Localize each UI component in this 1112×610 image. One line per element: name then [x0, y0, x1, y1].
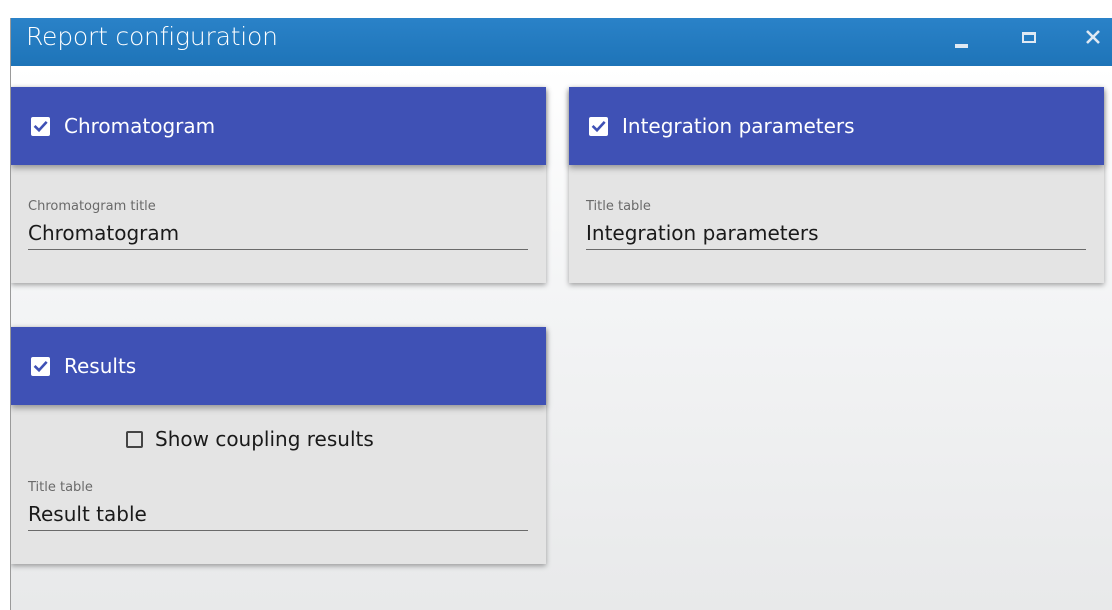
- chromatogram-title-field: Chromatogram title Chromatogram: [28, 199, 528, 250]
- integration-parameters-card-header: Integration parameters: [569, 87, 1104, 165]
- maximize-button[interactable]: [1007, 18, 1051, 66]
- report-configuration-window: Report configuration Chromatogram Chroma…: [10, 18, 1112, 610]
- integration-title-caption: Title table: [586, 199, 651, 214]
- results-section-label: Results: [64, 354, 137, 378]
- result-table-title-field: Title table Result table: [28, 480, 528, 531]
- checkmark-icon: [33, 360, 48, 372]
- integration-title-input[interactable]: Integration parameters: [586, 217, 1086, 250]
- chromatogram-title-caption: Chromatogram title: [28, 199, 156, 214]
- title-bar[interactable]: Report configuration: [11, 18, 1112, 66]
- chromatogram-card: Chromatogram Chromatogram title Chromato…: [11, 87, 546, 283]
- chromatogram-checkbox[interactable]: [31, 116, 50, 136]
- window-content: Chromatogram Chromatogram title Chromato…: [11, 66, 1112, 610]
- chromatogram-card-header: Chromatogram: [11, 87, 546, 165]
- results-card: Results Show coupling results Title tabl…: [11, 327, 546, 564]
- minimize-icon: [954, 44, 968, 48]
- integration-title-field: Title table Integration parameters: [586, 199, 1086, 250]
- window-title: Report configuration: [26, 22, 278, 51]
- close-icon: [1086, 30, 1100, 44]
- results-card-header: Results: [11, 327, 546, 405]
- show-coupling-results-label: Show coupling results: [155, 427, 374, 451]
- integration-parameters-checkbox[interactable]: [589, 116, 608, 136]
- integration-parameters-card: Integration parameters Title table Integ…: [569, 87, 1104, 283]
- checkmark-icon: [591, 120, 606, 132]
- result-table-title-caption: Title table: [28, 480, 93, 495]
- results-checkbox[interactable]: [31, 356, 50, 376]
- minimize-button[interactable]: [939, 18, 983, 66]
- chromatogram-title-input[interactable]: Chromatogram: [28, 217, 528, 250]
- integration-parameters-section-label: Integration parameters: [622, 114, 855, 138]
- show-coupling-results-checkbox[interactable]: Show coupling results: [126, 427, 374, 451]
- coupling-row: Show coupling results: [11, 405, 546, 465]
- checkmark-icon: [33, 120, 48, 132]
- close-button[interactable]: [1071, 18, 1112, 66]
- maximize-icon: [1022, 31, 1036, 43]
- result-table-title-input[interactable]: Result table: [28, 498, 528, 531]
- chromatogram-section-label: Chromatogram: [64, 114, 216, 138]
- checkbox-unchecked-icon: [126, 430, 143, 448]
